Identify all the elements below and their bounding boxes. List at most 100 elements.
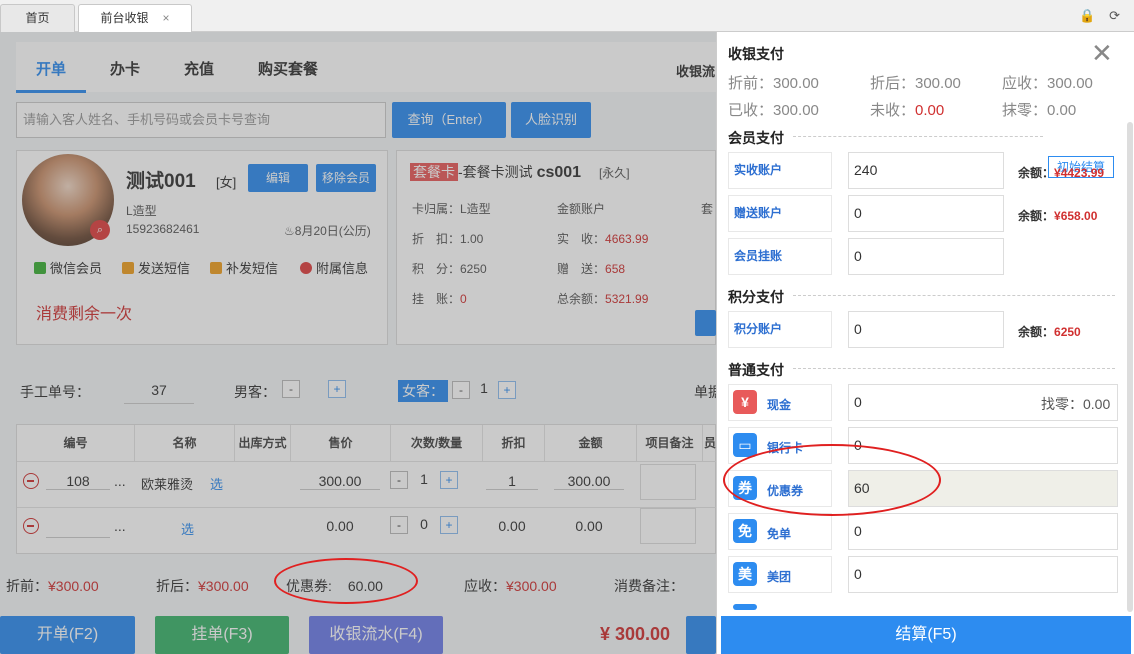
row1-discount[interactable]: 1 xyxy=(486,473,538,490)
package-account-title: 金额账户 xyxy=(557,202,606,216)
annotation-ellipse xyxy=(274,558,418,604)
row1-code[interactable]: 108 xyxy=(46,473,110,490)
row1-qty-minus[interactable]: - xyxy=(390,471,408,490)
member-name: 测试001 xyxy=(126,171,196,192)
package-belong: 卡归属：L造型 xyxy=(412,202,491,216)
gift-account-input[interactable]: 0 xyxy=(848,195,1004,232)
nav-tabs: 开单 办卡 充值 购买套餐 收银流 xyxy=(16,42,716,93)
link-resend-sms[interactable]: 补发短信 xyxy=(210,258,278,277)
next-pay-icon xyxy=(733,604,757,610)
member-gender: [女] xyxy=(216,175,237,190)
face-recognition-button[interactable]: 人脸识别 xyxy=(511,102,591,138)
edit-member-button[interactable]: 编辑 xyxy=(248,164,308,192)
member-phone: 15923682461 xyxy=(126,222,200,236)
female-minus-button[interactable]: - xyxy=(452,380,470,399)
row1-select[interactable]: 选 xyxy=(210,474,223,493)
row2-qty[interactable]: 0 xyxy=(408,516,440,532)
female-count[interactable]: 1 xyxy=(470,380,498,396)
tab-close-icon[interactable]: × xyxy=(163,11,170,25)
message-icon xyxy=(210,262,222,274)
settle-button[interactable]: 结算(F5) xyxy=(721,616,1131,654)
payment-scrollbar[interactable] xyxy=(1127,122,1133,612)
package-real: 实 收：4663.99 xyxy=(557,232,649,246)
bottom-extra-button[interactable] xyxy=(686,616,716,654)
pay-unpaid: 未收：0.00 xyxy=(870,102,945,119)
row1-remark[interactable] xyxy=(640,464,696,500)
payment-panel: 收银支付 ✕ 折前：300.00 折后：300.00 应收：300.00 已收：… xyxy=(716,32,1134,654)
female-plus-button[interactable]: + xyxy=(498,380,516,399)
row2-remark[interactable] xyxy=(640,508,696,544)
female-guest-label: 女客： xyxy=(398,380,448,402)
tab-home[interactable]: 首页 xyxy=(0,4,75,32)
tab-card[interactable]: 办卡 xyxy=(110,58,140,79)
meituan-input[interactable]: 0 xyxy=(848,556,1118,593)
row2-amount[interactable]: 0.00 xyxy=(554,518,624,534)
row2-price[interactable]: 0.00 xyxy=(300,518,380,534)
member-hang-label: 会员挂账 xyxy=(728,238,832,275)
row2-discount[interactable]: 0.00 xyxy=(486,518,538,534)
link-extra-info[interactable]: 附属信息 xyxy=(300,258,368,277)
points-account-input[interactable]: 0 xyxy=(848,311,1004,348)
open-order-button[interactable]: 开单(F2) xyxy=(0,616,135,654)
refresh-icon[interactable]: ⟳ xyxy=(1109,8,1120,23)
tab-flow[interactable]: 收银流 xyxy=(676,61,715,80)
member-hang-input[interactable]: 0 xyxy=(848,238,1004,275)
row2-code[interactable] xyxy=(46,518,110,538)
free-order-icon: 免 xyxy=(733,519,757,543)
points-account-balance: 余额：6250 xyxy=(1018,325,1081,339)
row2-qty-plus[interactable]: + xyxy=(440,516,458,535)
row1-qty-plus[interactable]: + xyxy=(440,471,458,490)
tab-open-order[interactable]: 开单 xyxy=(36,58,66,79)
pay-received: 已收：300.00 xyxy=(728,102,819,119)
wechat-icon xyxy=(34,262,46,274)
payment-title: 收银支付 xyxy=(728,46,784,62)
row1-more[interactable]: ... xyxy=(114,473,126,489)
package-total: 总余额：5321.99 xyxy=(557,292,649,306)
package-tag: 套餐卡 xyxy=(410,163,458,181)
package-action-button[interactable] xyxy=(695,310,716,336)
query-button[interactable]: 查询（Enter） xyxy=(392,102,506,138)
sum-before: 折前：¥300.00 xyxy=(6,578,99,594)
top-icons: 🔒 ⟳ xyxy=(1069,8,1120,24)
tab-package[interactable]: 购买套餐 xyxy=(258,58,318,79)
search-input[interactable]: 请输入客人姓名、手机号码或会员卡号查询 xyxy=(16,102,386,138)
remove-member-button[interactable]: 移除会员 xyxy=(316,164,376,192)
sum-note-label: 消费备注： xyxy=(614,578,684,594)
male-minus-button[interactable]: - xyxy=(282,380,300,398)
link-send-sms[interactable]: 发送短信 xyxy=(122,258,190,277)
member-pay-section: 会员支付 xyxy=(728,130,784,146)
points-account-label: 积分账户 xyxy=(728,311,832,348)
hang-order-button[interactable]: 挂单(F3) xyxy=(155,616,289,654)
member-style: L造型 xyxy=(126,204,157,218)
search-icon[interactable]: ⌕ xyxy=(90,220,110,240)
lock-icon[interactable]: 🔒 xyxy=(1079,8,1095,23)
section-divider xyxy=(793,295,1115,296)
manual-order-input[interactable]: 37 xyxy=(124,376,194,404)
meituan-icon: 美 xyxy=(733,562,757,586)
male-plus-button[interactable]: + xyxy=(328,380,346,398)
cash-flow-button[interactable]: 收银流水(F4) xyxy=(309,616,443,654)
remove-row-icon[interactable] xyxy=(23,473,39,489)
tab-cashier[interactable]: 前台收银 × xyxy=(78,4,192,32)
info-icon xyxy=(300,262,312,274)
row2-qty-minus[interactable]: - xyxy=(390,516,408,535)
bank-card-icon: ▭ xyxy=(733,433,757,457)
tab-cashier-label: 前台收银 xyxy=(100,11,149,25)
row1-qty[interactable]: 1 xyxy=(408,471,440,487)
real-account-label: 实收账户 xyxy=(728,152,832,189)
tab-recharge[interactable]: 充值 xyxy=(184,58,214,79)
row2-select[interactable]: 选 xyxy=(181,519,194,538)
real-account-input[interactable]: 240 xyxy=(848,152,1004,189)
package-points: 积 分：6250 xyxy=(412,262,487,276)
link-wechat[interactable]: 微信会员 xyxy=(34,258,102,277)
male-guest-label: 男客： xyxy=(234,384,276,400)
row1-price[interactable]: 300.00 xyxy=(300,473,380,490)
free-order-input[interactable]: 0 xyxy=(848,513,1118,550)
remove-row-icon[interactable] xyxy=(23,518,39,534)
row2-qty-stepper: -0 + xyxy=(390,516,458,535)
points-pay-section: 积分支付 xyxy=(728,289,784,305)
close-icon[interactable]: ✕ xyxy=(1091,38,1113,69)
row2-more[interactable]: ... xyxy=(114,518,126,534)
bottom-total: ¥ 300.00 xyxy=(600,624,671,644)
row1-amount[interactable]: 300.00 xyxy=(554,473,624,490)
